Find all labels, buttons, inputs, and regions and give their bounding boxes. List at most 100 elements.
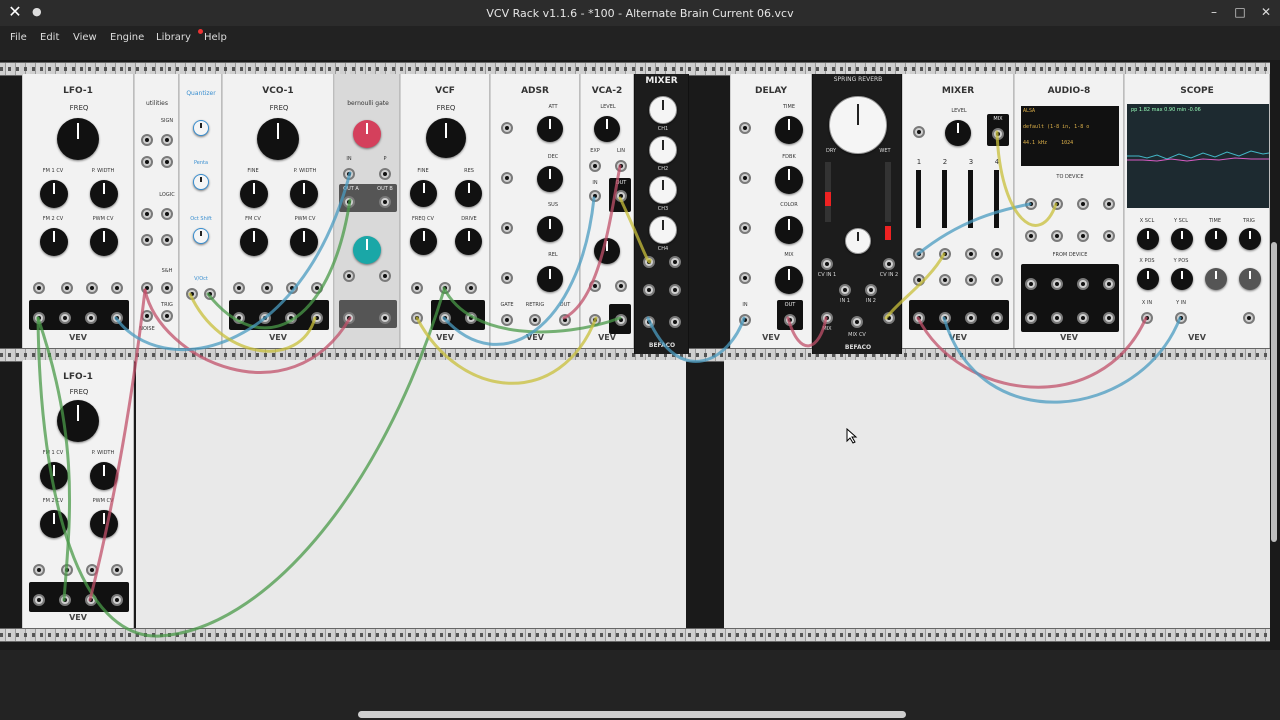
freq-jack[interactable] <box>411 282 423 294</box>
util-jack[interactable] <box>161 156 173 168</box>
window-close-icon[interactable]: ✕ <box>1258 4 1274 20</box>
saw-out-jack[interactable] <box>285 312 297 324</box>
menu-view[interactable]: View <box>73 32 97 43</box>
tri-out-jack[interactable] <box>59 312 71 324</box>
cv4-jack[interactable] <box>991 274 1003 286</box>
scale-knob[interactable] <box>193 174 209 190</box>
pwm-knob[interactable] <box>90 228 118 256</box>
util-jack[interactable] <box>161 234 173 246</box>
lin-jack-1[interactable] <box>615 160 627 172</box>
cv3-jack[interactable] <box>965 274 977 286</box>
root-knob[interactable] <box>193 120 209 136</box>
hpf-knob[interactable] <box>845 228 871 254</box>
freq-knob[interactable] <box>57 118 99 160</box>
util-jack[interactable] <box>141 310 153 322</box>
pwidth-knob[interactable] <box>290 180 318 208</box>
ch3-out-jack[interactable] <box>965 312 977 324</box>
to-device-jack-7[interactable] <box>1077 230 1089 242</box>
ch3-knob[interactable] <box>649 176 677 204</box>
dec-knob[interactable] <box>537 166 563 192</box>
reset-jack[interactable] <box>86 282 98 294</box>
ch1-knob[interactable] <box>649 96 677 124</box>
reset-jack[interactable] <box>86 564 98 576</box>
out-jack[interactable] <box>643 316 655 328</box>
menu-engine[interactable]: Engine <box>110 32 144 43</box>
pwidth-knob[interactable] <box>90 462 118 490</box>
util-jack[interactable] <box>161 134 173 146</box>
device-display[interactable]: ALSA default (1-8 in, 1-8 o 44.1 kHz 102… <box>1021 106 1119 166</box>
util-jack[interactable] <box>161 282 173 294</box>
in4-jack[interactable] <box>991 248 1003 260</box>
yscl-knob[interactable] <box>1171 228 1193 250</box>
util-jack[interactable] <box>161 310 173 322</box>
att-knob[interactable] <box>537 116 563 142</box>
time-knob[interactable] <box>775 116 803 144</box>
fm2-knob[interactable] <box>40 510 68 538</box>
sqr-out-jack[interactable] <box>111 594 123 606</box>
color-cv-jack[interactable] <box>739 222 751 234</box>
pwidth-knob[interactable] <box>90 180 118 208</box>
in4-jack[interactable] <box>669 284 681 296</box>
saw-out-jack[interactable] <box>85 312 97 324</box>
sqr-out-jack[interactable] <box>111 312 123 324</box>
from-device-jack-4[interactable] <box>1103 278 1115 290</box>
pwm-jack[interactable] <box>111 282 123 294</box>
pwm-knob[interactable] <box>90 510 118 538</box>
module-quantizer[interactable]: Quantizer Penta Oct Shift V/Oct <box>179 74 222 348</box>
in3-jack[interactable] <box>643 284 655 296</box>
ext-trig-jack[interactable] <box>1243 312 1255 324</box>
sin-out-jack[interactable] <box>33 594 45 606</box>
module-scope[interactable]: SCOPE pp 1.82 max 0.90 min -0.06 X SCL Y… <box>1124 74 1270 348</box>
lin-jack-2[interactable] <box>615 280 627 292</box>
sqr-out-jack[interactable] <box>311 312 323 324</box>
outa-jack-b[interactable] <box>343 312 355 324</box>
freq-knob[interactable] <box>257 118 299 160</box>
in2-jack[interactable] <box>669 256 681 268</box>
menu-file[interactable]: File <box>10 32 27 43</box>
dec-cv-jack[interactable] <box>501 172 513 184</box>
ch1-slider[interactable] <box>916 170 921 228</box>
ch2-knob[interactable] <box>649 136 677 164</box>
out-jack-2[interactable] <box>615 314 627 326</box>
sync-jack[interactable] <box>286 282 298 294</box>
from-device-jack-7[interactable] <box>1077 312 1089 324</box>
util-jack[interactable] <box>161 208 173 220</box>
inv-out-jack[interactable] <box>669 316 681 328</box>
module-befaco-mixer[interactable]: MIXER CH1 CH2 CH3 CH4 BEFACO <box>634 74 689 354</box>
to-device-jack-2[interactable] <box>1051 198 1063 210</box>
sus-knob[interactable] <box>537 216 563 242</box>
ch4-slider[interactable] <box>994 170 999 228</box>
util-jack[interactable] <box>141 156 153 168</box>
fm1-jack[interactable] <box>33 564 45 576</box>
cvin2-jack[interactable] <box>883 258 895 270</box>
exp-jack-1[interactable] <box>589 160 601 172</box>
from-device-jack-6[interactable] <box>1051 312 1063 324</box>
fm1-knob[interactable] <box>40 462 68 490</box>
fdbk-cv-jack[interactable] <box>739 172 751 184</box>
dry-wet-knob[interactable] <box>829 96 887 154</box>
minimize-icon[interactable]: – <box>1206 4 1222 20</box>
mode-button[interactable] <box>1205 268 1227 290</box>
util-jack[interactable] <box>141 134 153 146</box>
module-vco1[interactable]: VCO-1 FREQ FINE P. WIDTH FM CV PWM CV VE… <box>222 74 334 348</box>
level-knob[interactable] <box>945 120 971 146</box>
out-jack[interactable] <box>784 314 796 326</box>
freqcv-knob[interactable] <box>410 228 437 255</box>
level-knob-1[interactable] <box>594 116 620 142</box>
cv1-jack[interactable] <box>913 274 925 286</box>
module-vcf[interactable]: VCF FREQ FINE RES FREQ CV DRIVE VEV <box>400 74 490 348</box>
util-jack[interactable] <box>141 282 153 294</box>
drive-jack[interactable] <box>465 282 477 294</box>
retrig-jack[interactable] <box>529 314 541 326</box>
module-utilities[interactable]: utilities SIGN LOGIC S&H NOISE TRIG <box>134 74 179 348</box>
time-cv-jack[interactable] <box>739 122 751 134</box>
p-jack-b[interactable] <box>379 270 391 282</box>
in2-jack[interactable] <box>865 284 877 296</box>
out-jack[interactable] <box>559 314 571 326</box>
horizontal-scrollbar[interactable] <box>358 711 906 718</box>
att-cv-jack[interactable] <box>501 122 513 134</box>
outb-jack[interactable] <box>379 196 391 208</box>
mix-out-jack[interactable] <box>992 128 1004 140</box>
xscl-knob[interactable] <box>1137 228 1159 250</box>
gate-jack[interactable] <box>501 314 513 326</box>
